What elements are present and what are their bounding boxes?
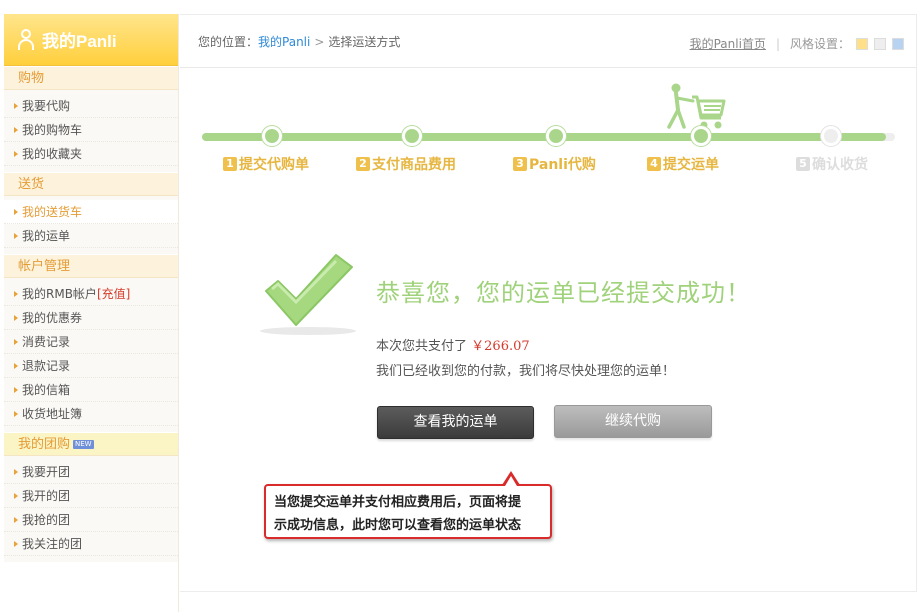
- section-account-header: 帐户管理: [4, 254, 178, 278]
- payment-received-text: 我们已经收到您的付款，我们将尽快处理您的运单！: [376, 364, 676, 379]
- sidebar-item-cart[interactable]: 我的购物车: [4, 118, 178, 142]
- success-title: 恭喜您，您的运单已经提交成功！: [376, 279, 751, 307]
- section-groupbuy-header: 我的团购 NEW: [4, 432, 178, 456]
- progress-step-dot-3: [546, 126, 566, 146]
- sidebar-item-followed-groups[interactable]: 我关注的团: [4, 532, 178, 556]
- progress-track-fill: [202, 133, 886, 141]
- sidebar-brand[interactable]: 我的Panli: [4, 14, 178, 66]
- progress-step-3: 3 Panli代购: [513, 154, 596, 174]
- section-account-menu: 我的RMB帐户[充值] 我的优惠券 消费记录 退款记录 我的信箱 收货地址簿: [4, 278, 178, 432]
- top-divider: |: [775, 36, 780, 51]
- callout-line-2: 示成功信息，此时您可以查看您的运单状态: [274, 518, 522, 533]
- style-settings-label: 风格设置：: [789, 37, 850, 51]
- order-progress: 1 提交代购单 2 支付商品费用 3 Panli代购 4 提交运单 5 确认收货: [180, 69, 917, 189]
- progress-step-label: 确认收货: [812, 157, 868, 173]
- section-delivery-menu: 我的送货车 我的运单: [4, 196, 178, 254]
- progress-step-dot-1: [262, 126, 282, 146]
- sidebar-item-address-book[interactable]: 收货地址簿: [4, 402, 178, 426]
- sidebar-item-delivery-cart[interactable]: 我的送货车: [4, 200, 178, 224]
- breadcrumb-separator: >: [314, 34, 325, 49]
- success-check-icon: [260, 254, 356, 335]
- main-panel: 您的位置：我的Panli >选择运送方式 我的Panli首页 | 风格设置：: [180, 14, 917, 592]
- progress-step-label: 提交运单: [663, 157, 719, 173]
- callout-line-1: 当您提交运单并支付相应费用后，页面将提: [274, 495, 522, 510]
- progress-step-2: 2 支付商品费用: [356, 154, 456, 174]
- user-icon: [16, 28, 36, 52]
- view-my-waybill-button[interactable]: 查看我的运单: [377, 406, 534, 439]
- payment-summary: 本次您共支付了 ￥266.07: [376, 335, 530, 354]
- progress-step-dot-2: [402, 126, 422, 146]
- brand-title: 我的Panli: [42, 32, 117, 51]
- progress-step-label: 提交代购单: [239, 157, 309, 173]
- rmb-account-label: 我的RMB帐户: [22, 287, 97, 301]
- progress-step-1: 1 提交代购单: [223, 154, 309, 174]
- section-delivery-header: 送货: [4, 172, 178, 196]
- paid-text: 本次您共支付了: [376, 339, 468, 354]
- sidebar-item-my-waybills[interactable]: 我的运单: [4, 224, 178, 248]
- continue-shopping-button[interactable]: 继续代购: [554, 405, 712, 438]
- style-swatch-blue[interactable]: [892, 37, 904, 50]
- sidebar-item-coupons[interactable]: 我的优惠券: [4, 306, 178, 330]
- paid-amount: ￥266.07: [471, 339, 530, 354]
- top-right-links: 我的Panli首页 | 风格设置：: [690, 35, 904, 52]
- sidebar-item-favorites[interactable]: 我的收藏夹: [4, 142, 178, 166]
- section-shopping-header: 购物: [4, 66, 178, 90]
- progress-step-number: 3: [513, 157, 527, 171]
- help-callout: 当您提交运单并支付相应费用后，页面将提 示成功信息，此时您可以查看您的运单状态: [264, 484, 552, 539]
- progress-step-label: Panli代购: [529, 157, 596, 173]
- sidebar-item-refund-records[interactable]: 退款记录: [4, 354, 178, 378]
- breadcrumb-link-my-panli[interactable]: 我的Panli: [258, 35, 310, 49]
- section-shopping-menu: 我要代购 我的购物车 我的收藏夹: [4, 90, 178, 172]
- sidebar-item-rmb-account[interactable]: 我的RMB帐户[充值]: [4, 282, 178, 306]
- new-badge: NEW: [73, 440, 94, 449]
- sidebar-item-mailbox[interactable]: 我的信箱: [4, 378, 178, 402]
- recharge-link[interactable]: [充值]: [97, 287, 130, 301]
- sidebar-item-start-group[interactable]: 我要开团: [4, 460, 178, 484]
- progress-step-4: 4 提交运单: [647, 154, 719, 174]
- home-link[interactable]: 我的Panli首页: [690, 35, 766, 52]
- sidebar-item-my-started-groups[interactable]: 我开的团: [4, 484, 178, 508]
- style-swatch-yellow[interactable]: [856, 37, 868, 50]
- progress-step-dot-5: [821, 126, 841, 146]
- breadcrumb-current: 选择运送方式: [328, 34, 401, 49]
- section-groupbuy-menu: 我要开团 我开的团 我抢的团 我关注的团: [4, 456, 178, 562]
- sidebar: 我的Panli 购物 我要代购 我的购物车 我的收藏夹 送货 我的送货车 我的运…: [4, 14, 179, 612]
- progress-step-number: 1: [223, 157, 237, 171]
- sidebar-item-buy-for-me[interactable]: 我要代购: [4, 94, 178, 118]
- progress-step-number: 5: [796, 157, 810, 171]
- breadcrumb: 您的位置：我的Panli > 选择运送方式: [198, 33, 400, 50]
- progress-step-label: 支付商品费用: [372, 157, 456, 173]
- progress-step-number: 4: [647, 157, 661, 171]
- progress-step-5: 5 确认收货: [796, 154, 868, 174]
- sidebar-item-my-joined-groups[interactable]: 我抢的团: [4, 508, 178, 532]
- breadcrumb-prefix: 您的位置：: [198, 34, 259, 49]
- progress-step-number: 2: [356, 157, 370, 171]
- sidebar-item-spending-records[interactable]: 消费记录: [4, 330, 178, 354]
- groupbuy-title: 我的团购: [18, 437, 71, 452]
- style-swatch-gray[interactable]: [874, 37, 886, 50]
- callout-pointer-inner: [505, 476, 517, 486]
- top-bar: 您的位置：我的Panli > 选择运送方式 我的Panli首页 | 风格设置：: [180, 15, 916, 68]
- progress-step-dot-4: [691, 126, 711, 146]
